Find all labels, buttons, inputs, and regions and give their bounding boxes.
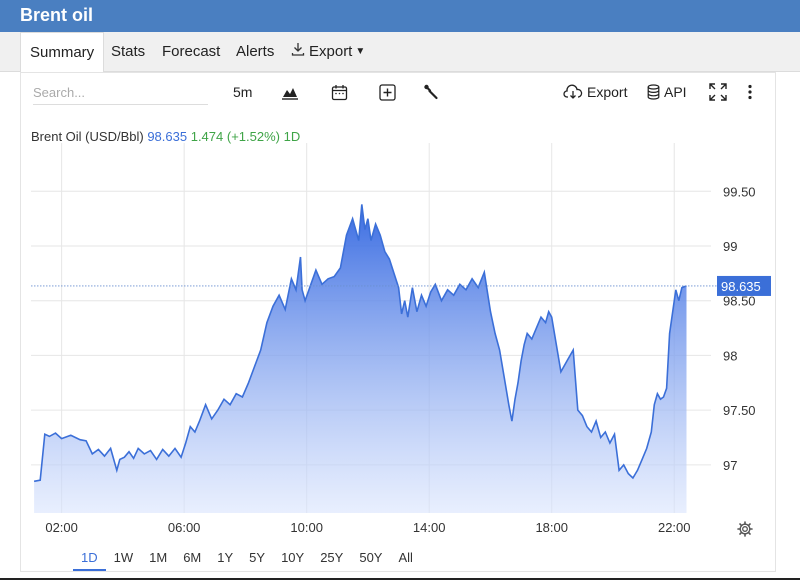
y-tick-label: 98 xyxy=(723,348,737,363)
chart-panel: 5m Export API xyxy=(20,72,776,572)
y-axis: 97 97.50 98 98.50 99 99.50 xyxy=(723,184,756,473)
app-title: Brent oil xyxy=(20,5,94,25)
y-tick-label: 97.50 xyxy=(723,403,756,418)
x-axis: 02:00 06:00 10:00 14:00 18:00 22:00 xyxy=(45,520,690,535)
tab-bar: Summary Stats Forecast Alerts Export ▼ xyxy=(0,32,800,73)
last-price-badge-text: 98.635 xyxy=(721,279,761,294)
download-icon xyxy=(291,32,305,72)
x-tick-label: 18:00 xyxy=(535,520,568,535)
x-tick-label: 02:00 xyxy=(45,520,78,535)
range-25y[interactable]: 25Y xyxy=(312,547,351,571)
price-area xyxy=(34,204,687,513)
app-header: Brent oil xyxy=(0,0,800,32)
range-1w[interactable]: 1W xyxy=(106,547,142,571)
tab-forecast[interactable]: Forecast xyxy=(162,32,220,72)
x-tick-label: 06:00 xyxy=(168,520,201,535)
range-10y[interactable]: 10Y xyxy=(273,547,312,571)
x-tick-label: 14:00 xyxy=(413,520,446,535)
y-tick-label: 98.50 xyxy=(723,294,756,309)
y-tick-label: 99 xyxy=(723,239,737,254)
range-1d[interactable]: 1D xyxy=(73,547,106,571)
y-tick-label: 97 xyxy=(723,458,737,473)
range-all[interactable]: All xyxy=(390,547,420,571)
range-selector: 1D 1W 1M 6M 1Y 5Y 10Y 25Y 50Y All xyxy=(73,547,421,571)
range-1y[interactable]: 1Y xyxy=(209,547,241,571)
x-tick-label: 22:00 xyxy=(658,520,691,535)
tab-export-label: Export xyxy=(309,43,353,60)
range-6m[interactable]: 6M xyxy=(175,547,209,571)
tab-export[interactable]: Export ▼ xyxy=(291,32,365,72)
last-price-badge: 98.635 xyxy=(717,275,771,296)
range-1m[interactable]: 1M xyxy=(141,547,175,571)
range-5y[interactable]: 5Y xyxy=(241,547,273,571)
caret-down-icon: ▼ xyxy=(355,46,366,57)
price-chart[interactable]: 97 97.50 98 98.50 99 99.50 02:00 06:00 10:00 14:… xyxy=(21,73,777,543)
range-50y[interactable]: 50Y xyxy=(351,547,390,571)
tab-summary[interactable]: Summary xyxy=(20,32,105,73)
gear-icon[interactable] xyxy=(737,521,753,542)
bottom-border xyxy=(0,578,800,580)
tab-alerts[interactable]: Alerts xyxy=(236,32,274,72)
tab-stats[interactable]: Stats xyxy=(111,32,145,72)
y-tick-label: 99.50 xyxy=(723,184,756,199)
x-tick-label: 10:00 xyxy=(290,520,323,535)
